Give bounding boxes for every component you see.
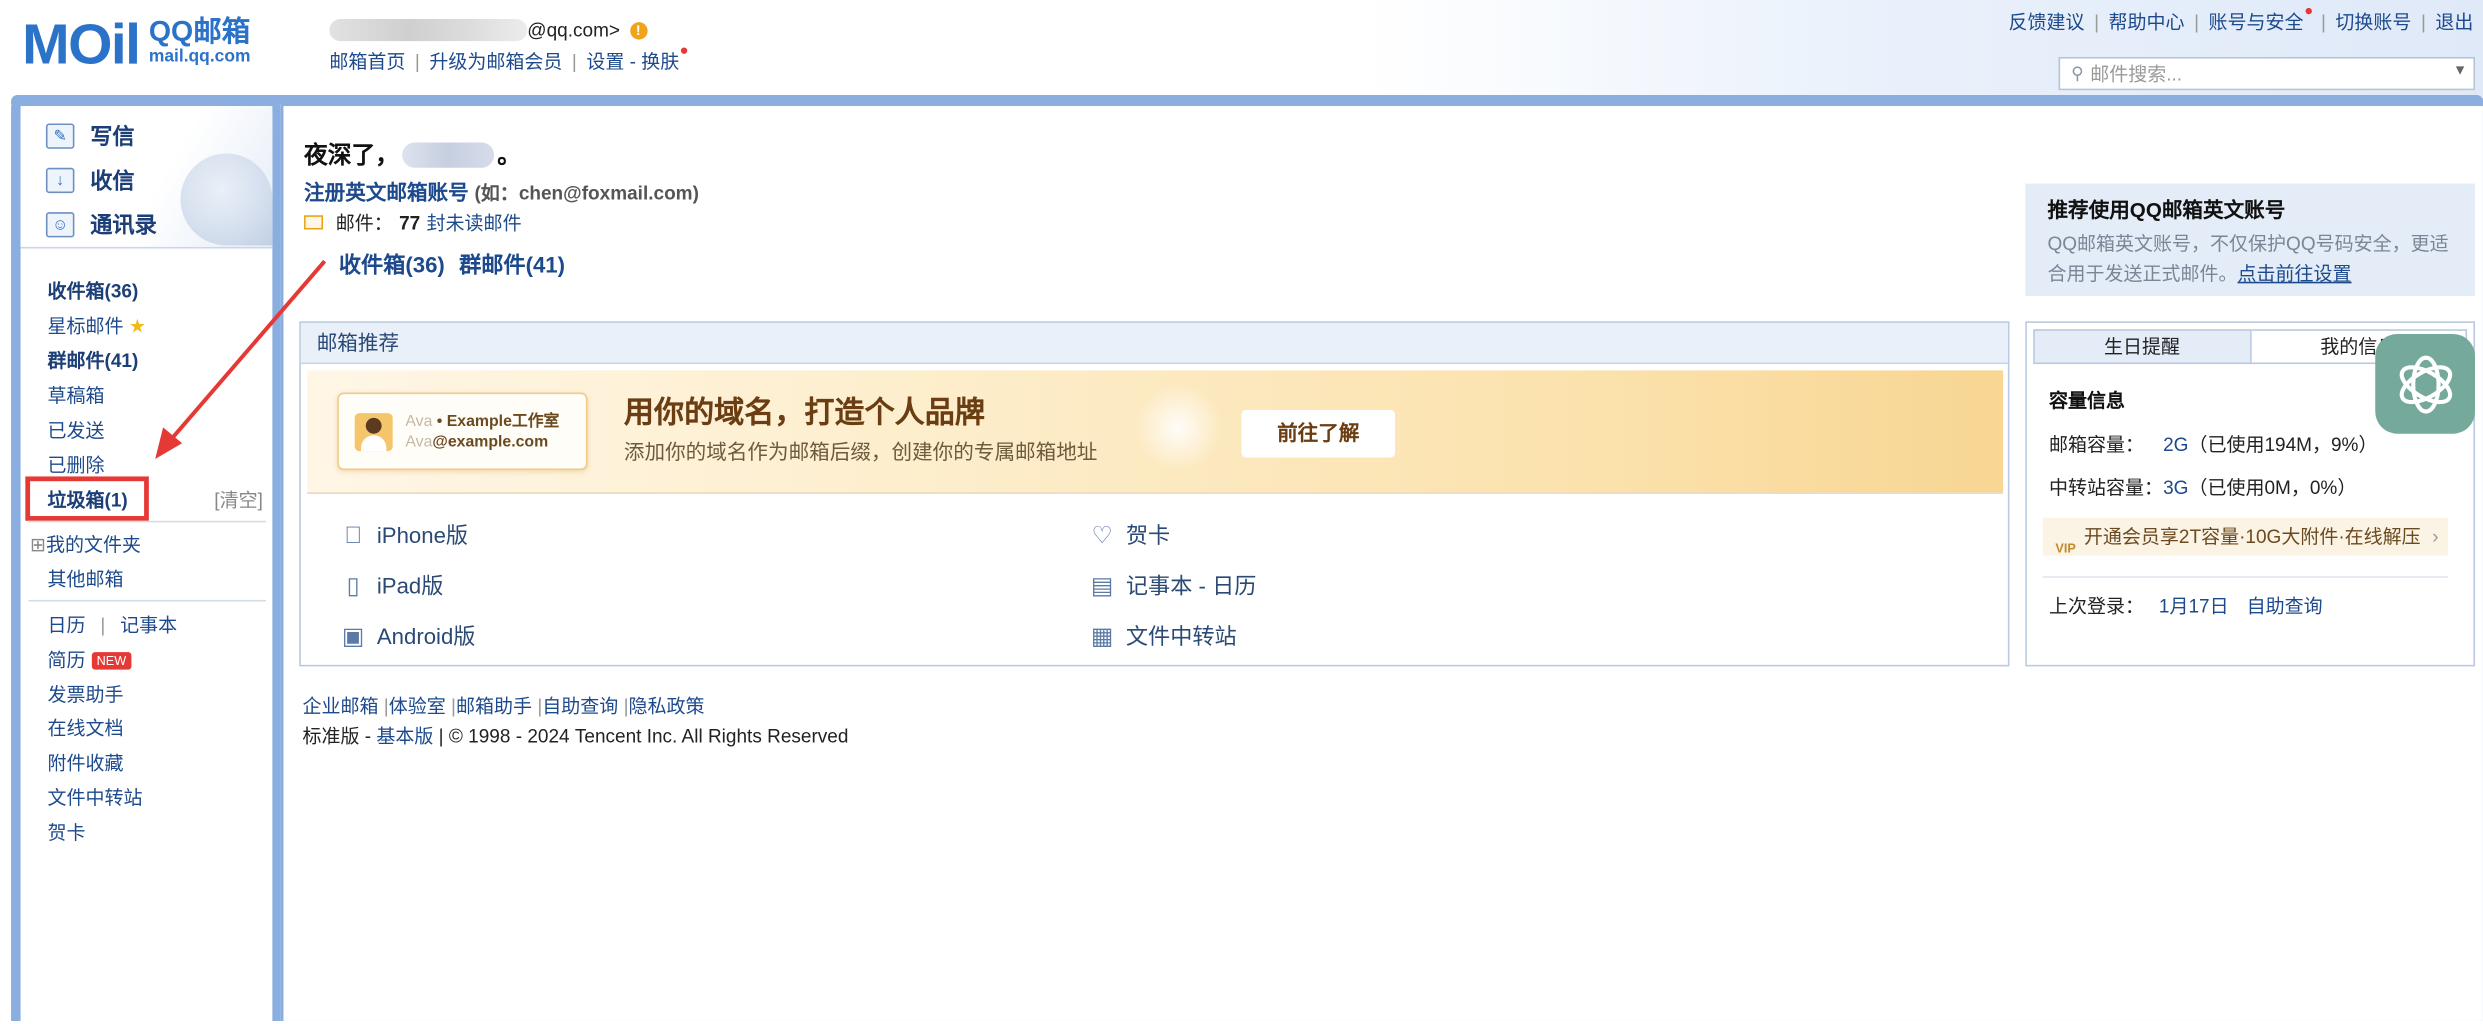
red-arrow-annotation [155, 259, 327, 460]
chatgpt-icon[interactable] [2375, 333, 2476, 434]
